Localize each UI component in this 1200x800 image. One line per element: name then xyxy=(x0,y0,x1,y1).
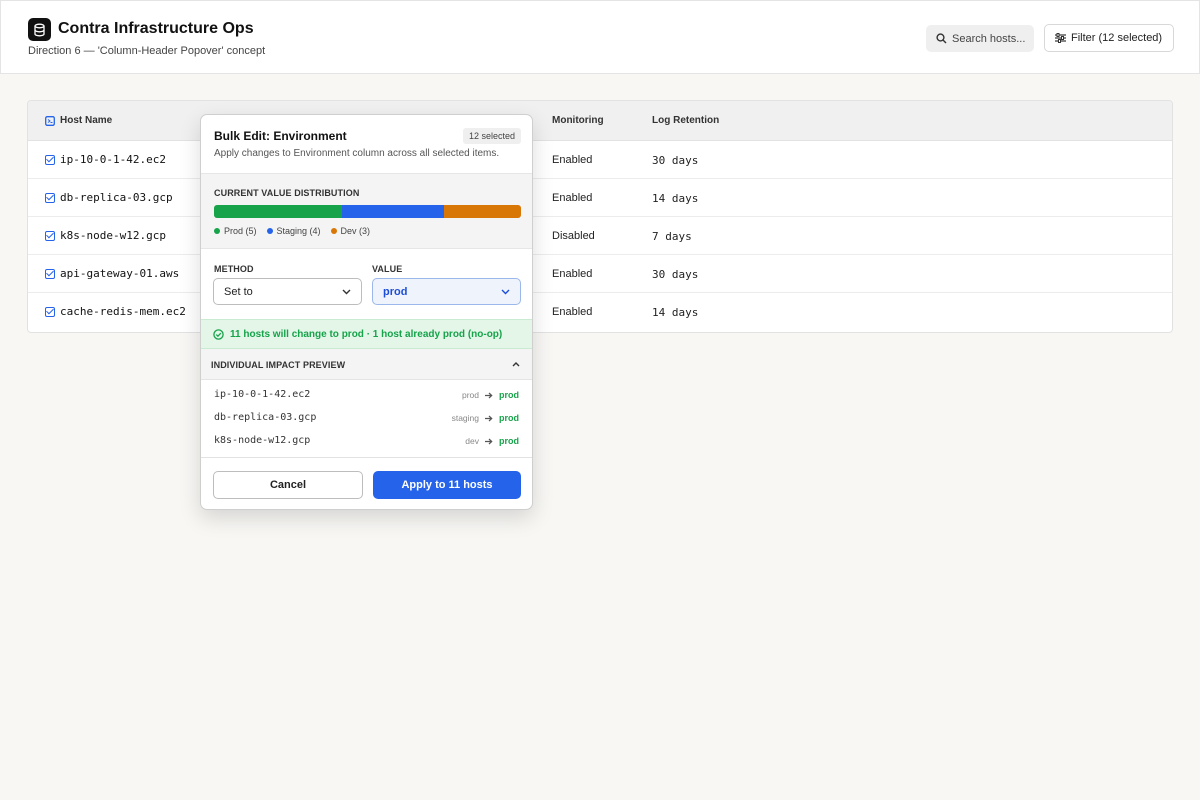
checkbox-checked-icon[interactable] xyxy=(45,192,55,203)
arrow-right-icon xyxy=(485,438,493,444)
bulk-edit-popover: Bulk Edit: Environment 12 selected Apply… xyxy=(200,114,533,510)
change-summary-text: 11 hosts will change to prod · 1 host al… xyxy=(230,328,503,340)
legend-dot-icon xyxy=(214,228,220,234)
popover-description: Apply changes to Environment column acro… xyxy=(214,148,500,159)
impact-row: db-replica-03.gcp staging prod xyxy=(201,407,532,430)
app-title: Contra Infrastructure Ops xyxy=(58,20,254,37)
distribution-bar xyxy=(214,205,521,218)
column-header-log-retention[interactable]: Log Retention xyxy=(652,115,719,126)
legend-label: Prod (5) xyxy=(224,226,257,236)
impact-host: k8s-node-w12.gcp xyxy=(214,435,311,446)
log-retention-value: 14 days xyxy=(652,306,699,319)
impact-to: prod xyxy=(499,390,519,400)
checkbox-checked-icon[interactable] xyxy=(45,268,55,279)
monitoring-value: Disabled xyxy=(552,230,595,242)
distribution-segment xyxy=(444,205,521,218)
distribution-legend: Prod (5) Staging (4) Dev (3) xyxy=(214,226,370,236)
impact-row: ip-10-0-1-42.ec2 prod prod xyxy=(201,384,532,407)
impact-to: prod xyxy=(499,436,519,446)
value-distribution: CURRENT VALUE DISTRIBUTION Prod (5) Stagi… xyxy=(201,173,532,249)
legend-dot-icon xyxy=(330,228,337,234)
search-button[interactable]: Search hosts... xyxy=(926,25,1034,52)
impact-host: ip-10-0-1-42.ec2 xyxy=(214,389,311,400)
legend-label: Staging (4) xyxy=(276,226,321,236)
monitoring-value: Enabled xyxy=(552,268,593,280)
value-label: VALUE xyxy=(372,264,403,274)
log-retention-value: 7 days xyxy=(652,230,692,243)
column-header-label: Host Name xyxy=(60,115,113,126)
distribution-segment xyxy=(341,205,445,218)
method-label: METHOD xyxy=(214,264,254,274)
apply-button[interactable]: Apply to 11 hosts xyxy=(373,471,521,499)
method-select-value: Set to xyxy=(224,285,253,298)
popover-footer: Cancel Apply to 11 hosts xyxy=(201,457,532,509)
hosts-table: Host Name Monitoring Log Retention ip-10… xyxy=(27,100,1173,333)
impact-row: k8s-node-w12.gcp dev prod xyxy=(201,430,532,453)
host-name: api-gateway-01.aws xyxy=(60,267,180,280)
distribution-label: CURRENT VALUE DISTRIBUTION xyxy=(214,188,360,198)
log-retention-value: 30 days xyxy=(652,154,699,167)
impact-to: prod xyxy=(499,413,519,423)
log-retention-value: 14 days xyxy=(652,192,699,205)
legend-dot-icon xyxy=(266,228,273,234)
impact-from: dev xyxy=(465,436,479,446)
database-icon xyxy=(28,18,51,41)
column-header-monitoring[interactable]: Monitoring xyxy=(552,115,604,126)
arrow-right-icon xyxy=(485,392,493,398)
value-select-value: prod xyxy=(383,285,408,298)
cancel-button[interactable]: Cancel xyxy=(213,471,363,499)
sliders-icon xyxy=(1055,33,1066,43)
app-subtitle: Direction 6 — 'Column-Header Popover' co… xyxy=(28,45,266,57)
chevron-down-icon xyxy=(501,289,510,294)
filter-button[interactable]: Filter (12 selected) xyxy=(1044,24,1174,52)
search-icon xyxy=(936,33,947,44)
host-name: db-replica-03.gcp xyxy=(60,191,173,204)
monitoring-value: Enabled xyxy=(552,154,593,166)
change-summary: 11 hosts will change to prod · 1 host al… xyxy=(201,319,532,349)
arrow-right-icon xyxy=(485,415,493,421)
method-select[interactable]: Set to xyxy=(213,278,362,305)
value-select[interactable]: prod xyxy=(372,278,521,305)
legend-label: Dev (3) xyxy=(340,226,371,236)
host-name: k8s-node-w12.gcp xyxy=(60,229,166,242)
monitoring-value: Enabled xyxy=(552,192,593,204)
log-retention-value: 30 days xyxy=(652,268,699,281)
distribution-segment xyxy=(214,205,342,218)
search-label: Search hosts... xyxy=(952,32,1026,45)
legend-item: Prod (5) xyxy=(214,226,257,236)
impact-from: staging xyxy=(451,413,479,423)
selected-count-badge: 12 selected xyxy=(463,128,522,144)
filter-label: Filter (12 selected) xyxy=(1071,32,1163,44)
impact-from: prod xyxy=(461,390,479,400)
popover-title: Bulk Edit: Environment xyxy=(214,129,347,143)
column-header-host-name[interactable]: Host Name xyxy=(45,115,112,126)
chevron-down-icon xyxy=(342,289,351,294)
impact-host: db-replica-03.gcp xyxy=(214,412,317,423)
checkbox-checked-icon[interactable] xyxy=(45,154,55,165)
impact-preview-toggle[interactable]: INDIVIDUAL IMPACT PREVIEW xyxy=(201,349,532,380)
monitoring-value: Enabled xyxy=(552,306,593,318)
checkbox-checked-icon[interactable] xyxy=(45,230,55,241)
legend-item: Dev (3) xyxy=(330,226,371,236)
impact-preview-label: INDIVIDUAL IMPACT PREVIEW xyxy=(211,360,346,370)
chevron-up-icon xyxy=(512,362,520,367)
legend-item: Staging (4) xyxy=(266,226,321,236)
checkbox-checked-icon[interactable] xyxy=(45,306,55,317)
check-circle-icon xyxy=(213,328,224,340)
column-icon xyxy=(45,115,55,126)
host-name: cache-redis-mem.ec2 xyxy=(60,305,186,318)
app-header: Contra Infrastructure Ops Direction 6 — … xyxy=(0,0,1200,74)
host-name: ip-10-0-1-42.ec2 xyxy=(60,153,166,166)
